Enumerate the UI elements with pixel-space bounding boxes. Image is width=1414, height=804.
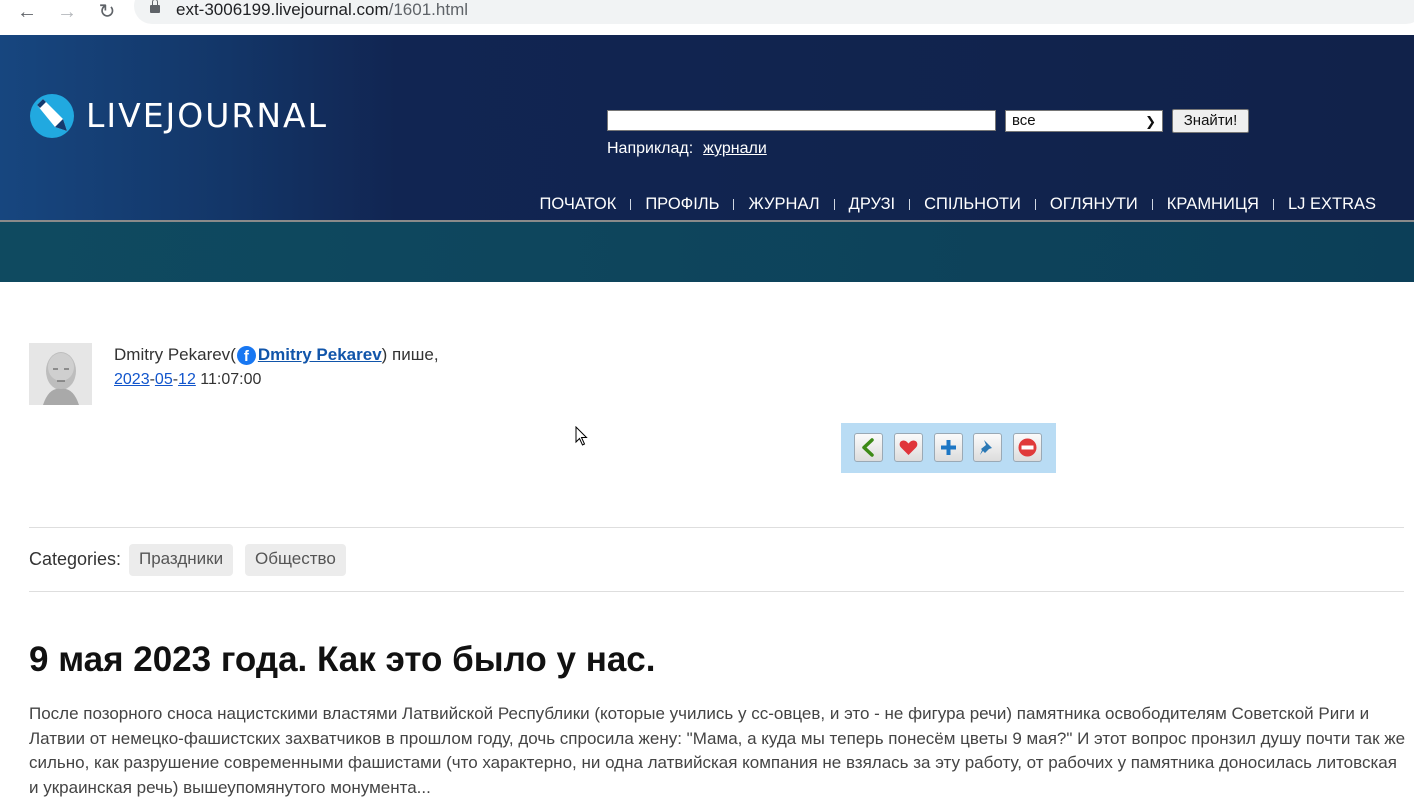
nav-separator <box>1272 199 1274 210</box>
date-year-link[interactable]: 2023 <box>114 371 150 388</box>
date-month-link[interactable]: 05 <box>155 371 173 388</box>
user-avatar[interactable] <box>29 343 92 405</box>
lock-icon <box>150 0 160 13</box>
nav-separator <box>630 199 632 210</box>
facebook-icon: f <box>236 345 256 365</box>
date-day-link[interactable]: 12 <box>178 371 196 388</box>
nav-separator <box>833 199 835 210</box>
url-text[interactable]: ext-3006199.livejournal.com/1601.html <box>176 0 468 20</box>
address-bar[interactable]: ext-3006199.livejournal.com/1601.html <box>134 0 1414 24</box>
example-label: Наприклад: <box>607 140 694 157</box>
author-open-paren: ( <box>230 345 236 364</box>
search-input[interactable] <box>607 110 996 131</box>
author-profile-link[interactable]: Dmitry Pekarev <box>258 345 382 365</box>
chevron-down-icon: ❯ <box>1145 114 1156 129</box>
url-path: /1601.html <box>388 0 469 19</box>
nav-explore[interactable]: ОГЛЯНУТИ <box>1050 195 1138 214</box>
url-host: ext-3006199.livejournal.com <box>176 0 389 19</box>
search-scope-value: все <box>1012 112 1036 129</box>
search-example: Наприклад: журнали <box>607 140 767 158</box>
category-tag[interactable]: Общество <box>245 544 346 576</box>
nav-communities[interactable]: СПІЛЬНОТИ <box>924 195 1021 214</box>
add-friend-button[interactable] <box>934 433 963 462</box>
pin-icon <box>980 440 992 455</box>
post-body: После позорного сноса нацистскими властя… <box>29 704 1406 797</box>
site-header: LIVEJOURNAL все ❯ Знайти! Наприклад: журн… <box>0 35 1414 222</box>
nav-journal[interactable]: ЖУРНАЛ <box>748 195 819 214</box>
block-icon <box>1018 438 1037 457</box>
plus-icon <box>941 440 956 455</box>
categories-label: Categories: <box>29 549 122 569</box>
nav-separator <box>909 199 911 210</box>
nav-lj-extras[interactable]: LJ EXTRAS <box>1288 195 1376 214</box>
track-entry-button[interactable] <box>973 433 1002 462</box>
forward-arrow-icon[interactable]: → <box>52 0 82 26</box>
back-icon <box>862 438 874 457</box>
author-line: Dmitry Pekarev (f Dmitry Pekarev) пише, <box>114 345 439 365</box>
nav-separator <box>1151 199 1153 210</box>
entry-date: 2023-05-12 11:07:00 <box>114 371 261 389</box>
entry-action-bar <box>841 423 1056 473</box>
search-button[interactable]: Знайти! <box>1172 109 1249 133</box>
reload-icon[interactable]: ↻ <box>92 0 122 26</box>
nav-separator <box>733 199 735 210</box>
heart-icon <box>899 440 918 455</box>
logo-text[interactable]: LIVEJOURNAL <box>86 96 328 135</box>
post-title: 9 мая 2023 года. Как это было у нас. <box>29 640 656 679</box>
mouse-cursor-icon <box>575 426 588 446</box>
browser-toolbar: ← → ↻ ext-3006199.livejournal.com/1601.h… <box>0 0 1414 35</box>
entry-time: 11:07:00 <box>195 371 262 388</box>
nav-shop[interactable]: КРАМНИЦЯ <box>1167 195 1259 214</box>
header-sub-band <box>0 222 1414 282</box>
main-nav: ПОЧАТОК ПРОФІЛЬ ЖУРНАЛ ДРУЗІ СПІЛЬНОТИ О… <box>539 195 1376 214</box>
divider <box>29 527 1404 528</box>
add-to-memories-button[interactable] <box>894 433 923 462</box>
author-name: Dmitry Pekarev <box>114 345 231 364</box>
nav-profile[interactable]: ПРОФІЛЬ <box>645 195 719 214</box>
nav-separator <box>1034 199 1036 210</box>
livejournal-logo-icon[interactable] <box>29 93 75 139</box>
search-scope-select[interactable]: все ❯ <box>1005 110 1163 132</box>
nav-home[interactable]: ПОЧАТОК <box>539 195 616 214</box>
example-link[interactable]: журнали <box>703 140 767 157</box>
nav-friends[interactable]: ДРУЗІ <box>849 195 896 214</box>
category-tag[interactable]: Праздники <box>129 544 234 576</box>
previous-entry-button[interactable] <box>854 433 883 462</box>
block-button[interactable] <box>1013 433 1042 462</box>
divider <box>29 591 1404 592</box>
author-close-text: ) пише, <box>381 345 439 364</box>
back-arrow-icon[interactable]: ← <box>12 0 42 26</box>
